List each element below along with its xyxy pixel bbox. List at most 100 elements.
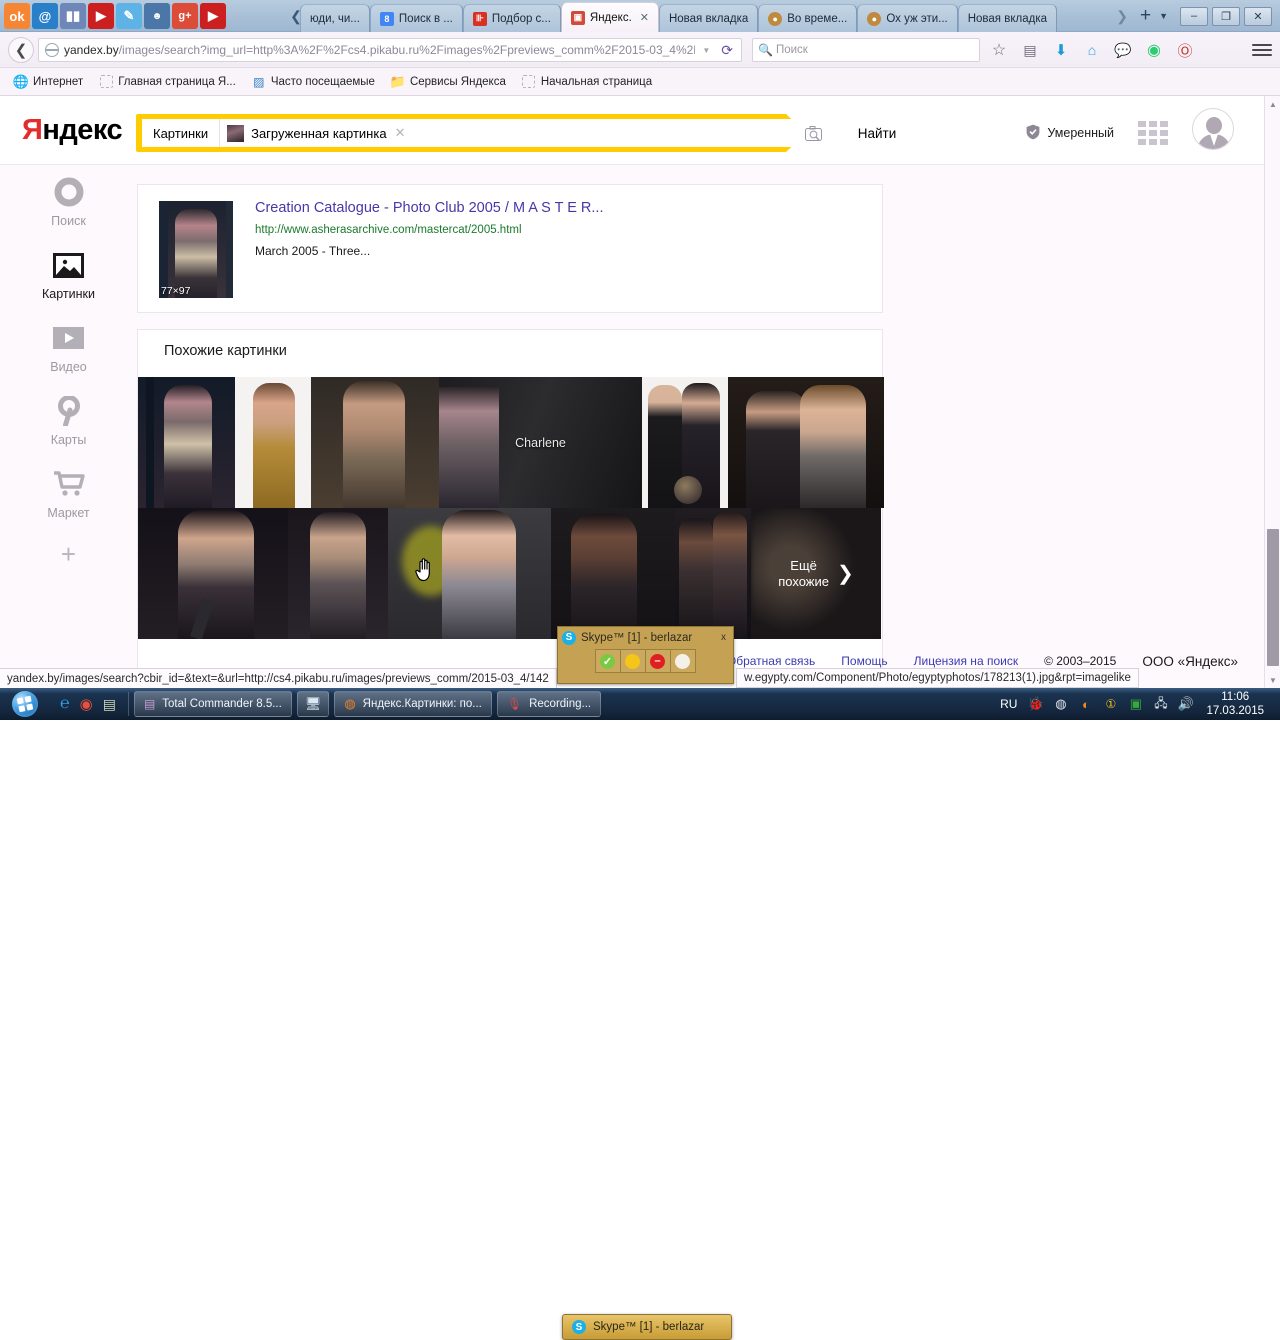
vk-icon[interactable]: ☻ xyxy=(144,3,170,29)
disk-icon[interactable]: ◍ xyxy=(1052,696,1069,713)
find-button[interactable]: Найти xyxy=(836,119,918,147)
thumb-two-women[interactable] xyxy=(675,508,751,639)
vertical-label[interactable]: Картинки xyxy=(142,119,220,147)
mailru-icon[interactable]: @ xyxy=(32,3,58,29)
sidebar-item-video[interactable]: Видео xyxy=(0,312,137,385)
googleplus-icon[interactable]: g+ xyxy=(172,3,198,29)
tab-5[interactable]: ● Во време... xyxy=(758,4,858,32)
update-icon[interactable]: ① xyxy=(1102,696,1119,713)
sidebar-item-market[interactable]: Маркет xyxy=(0,458,137,531)
avatar[interactable] xyxy=(1192,108,1234,150)
status-away-button[interactable] xyxy=(619,649,646,673)
footer-help[interactable]: Помощь xyxy=(841,654,887,668)
star-icon[interactable]: ☆ xyxy=(988,39,1010,61)
address-bar[interactable]: yandex.by/images/search?img_url=http%3A%… xyxy=(38,38,742,62)
shield-tray-icon[interactable]: ▣ xyxy=(1127,696,1144,713)
close-button[interactable]: ✕ xyxy=(1244,6,1272,26)
footer-license[interactable]: Лицензия на поиск xyxy=(914,654,1018,668)
thumb-couple-club[interactable] xyxy=(728,377,884,508)
bookmark-frequent[interactable]: ▨ Часто посещаемые xyxy=(246,73,381,91)
opera-icon[interactable]: Ⓞ xyxy=(1174,39,1196,61)
notes-icon[interactable]: ✎ xyxy=(116,3,142,29)
back-button[interactable]: ❮ xyxy=(8,37,34,63)
odnoklassniki-icon[interactable]: ok xyxy=(4,3,30,29)
bookmark-yandex-services[interactable]: 📁 Сервисы Яндекса xyxy=(385,73,512,91)
more-similar-button[interactable]: Ещё похожие ❯ xyxy=(751,508,881,639)
thumb-woman-microphone[interactable] xyxy=(138,508,288,639)
language-indicator[interactable]: RU xyxy=(1000,697,1019,711)
apps-grid-icon[interactable] xyxy=(1138,121,1168,145)
opera-tray-icon[interactable]: ◐ xyxy=(1077,696,1094,713)
footer-feedback[interactable]: Обратная связь xyxy=(727,654,815,668)
sidebar-item-search[interactable]: Поиск xyxy=(0,166,137,239)
tab-3-active[interactable]: ▣ Яндекс. ✕ xyxy=(560,2,659,32)
taskbar-item-skype[interactable]: S Skype™ [1] - berlazar xyxy=(562,1314,732,1340)
bookmark-yandex-home[interactable]: Главная страница Я... xyxy=(93,73,242,91)
bookmark-internet[interactable]: 🌐 Интернет xyxy=(8,73,89,91)
youtube-icon[interactable]: ▶ xyxy=(88,3,114,29)
thumb-woman-dark-party[interactable] xyxy=(311,377,439,508)
status-busy-button[interactable]: – xyxy=(644,649,671,673)
thumb-woman-charlene[interactable]: Charlene xyxy=(439,377,642,508)
internet-explorer-icon[interactable]: ℮ xyxy=(60,695,70,713)
pause-icon[interactable]: ▮▮ xyxy=(60,3,86,29)
safe-search-filter[interactable]: Умеренный xyxy=(1026,124,1114,143)
notepad-icon[interactable]: ▤ xyxy=(103,696,116,713)
sidebar-more-button[interactable]: + xyxy=(0,531,137,577)
thumb-woman-black-dress[interactable] xyxy=(138,377,235,508)
reload-icon[interactable]: ⟳ xyxy=(717,42,737,59)
volume-icon[interactable]: 🔊 xyxy=(1177,696,1194,713)
sidebar-item-maps[interactable]: Карты xyxy=(0,385,137,458)
browser-search-input[interactable]: 🔍 Поиск xyxy=(752,38,980,62)
bookmark-start-page[interactable]: Начальная страница xyxy=(516,73,658,91)
sidebar-item-images[interactable]: Картинки xyxy=(0,239,137,312)
clock[interactable]: 11:06 17.03.2015 xyxy=(1202,690,1272,718)
tab-0[interactable]: юди, чи... xyxy=(300,4,370,32)
minimize-button[interactable]: – xyxy=(1180,6,1208,26)
search-input[interactable] xyxy=(413,119,830,147)
thumb-couple-kiss[interactable] xyxy=(642,377,728,508)
tab-2[interactable]: ⊪ Подбор с... xyxy=(462,4,561,32)
tab-close-icon[interactable]: ✕ xyxy=(640,11,649,24)
tab-7[interactable]: Новая вкладка xyxy=(957,4,1057,32)
yandex-logo[interactable]: Яндекс xyxy=(22,114,123,147)
thumb-woman-dancing[interactable] xyxy=(551,508,675,639)
status-online-button[interactable]: ✓ xyxy=(594,649,621,673)
thumb-woman-strapless[interactable] xyxy=(288,508,388,639)
scrollbar-thumb[interactable] xyxy=(1267,529,1279,666)
page-scrollbar[interactable]: ▲ ▼ xyxy=(1264,96,1280,688)
tab-4[interactable]: Новая вкладка xyxy=(658,4,759,32)
youtube2-icon[interactable]: ▶ xyxy=(200,3,226,29)
scroll-down-icon[interactable]: ▼ xyxy=(1265,672,1280,688)
chat-icon[interactable]: 💬 xyxy=(1112,39,1134,61)
chevron-down-icon[interactable]: ▼ xyxy=(1157,11,1178,21)
skype-popup[interactable]: S Skype™ [1] - berlazar x ✓ – xyxy=(557,626,734,684)
thumb-woman-singer[interactable] xyxy=(388,508,551,639)
taskbar-item-recording[interactable]: 🎙 Recording... xyxy=(496,691,602,717)
camera-search-icon[interactable] xyxy=(802,125,824,141)
download-icon[interactable]: ⬇ xyxy=(1050,39,1072,61)
chrome-icon[interactable]: ◉ xyxy=(80,695,93,713)
antivirus-icon[interactable]: 🐞 xyxy=(1027,696,1044,713)
thumb-woman-gold-dress[interactable] xyxy=(235,377,311,508)
tab-1[interactable]: 8 Поиск в ... xyxy=(369,4,463,32)
result-thumbnail[interactable]: 77×97 xyxy=(159,201,233,298)
home-icon[interactable]: ⌂ xyxy=(1081,39,1103,61)
menu-icon[interactable] xyxy=(1252,41,1272,59)
restore-button[interactable]: ❐ xyxy=(1212,6,1240,26)
new-tab-button[interactable]: + xyxy=(1134,5,1157,27)
tab-6[interactable]: ● Ох уж эти... xyxy=(857,4,958,32)
result-title-link[interactable]: Creation Catalogue - Photo Club 2005 / M… xyxy=(255,200,603,216)
close-icon[interactable]: ✕ xyxy=(395,125,406,141)
network-icon[interactable]: 🖧 xyxy=(1152,696,1169,713)
chevron-down-icon[interactable]: ▼ xyxy=(695,46,717,55)
opera-turbo-icon[interactable]: ◉ xyxy=(1143,39,1165,61)
taskbar-item-yandex-images[interactable]: ◍ Яндекс.Картинки: по... xyxy=(334,691,492,717)
reading-list-icon[interactable]: ▤ xyxy=(1019,39,1041,61)
status-offline-button[interactable] xyxy=(669,649,696,673)
close-icon[interactable]: x xyxy=(721,632,729,643)
chevron-right-icon[interactable]: ❯ xyxy=(1110,8,1134,25)
taskbar-item-total-commander[interactable]: ▤ Total Commander 8.5... xyxy=(133,691,292,717)
start-button[interactable] xyxy=(2,689,48,719)
scroll-up-icon[interactable]: ▲ xyxy=(1265,96,1280,112)
